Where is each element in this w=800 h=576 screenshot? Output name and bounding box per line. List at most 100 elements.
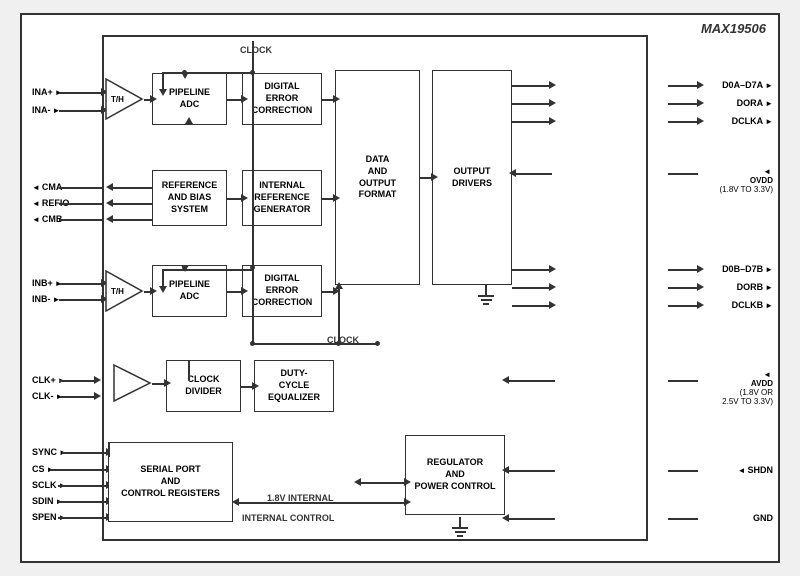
arrow-div-dce	[252, 382, 259, 390]
wire-cma-rb	[109, 187, 153, 189]
arrow-cmb	[106, 215, 113, 223]
arrow-th-pipeline-a	[150, 95, 157, 103]
wire-od-d0a	[512, 85, 552, 87]
wire-dclka	[668, 121, 698, 123]
wire-d0b	[668, 269, 698, 271]
svg-text:T/H: T/H	[111, 95, 124, 104]
wire-clock-top-v	[252, 41, 254, 73]
arrow-18v-left	[354, 478, 361, 486]
arrow-refio	[106, 199, 113, 207]
signal-avdd: AVDD (1.8V OR 2.5V TO 3.3V)	[722, 370, 773, 406]
wire-ovdd-line	[512, 173, 552, 175]
arrow-ovdd	[509, 169, 516, 177]
signal-ina-minus: INA-	[32, 105, 60, 115]
wire-serial-sync	[108, 442, 110, 457]
serial-port: SERIAL PORTANDCONTROL REGISTERS	[108, 442, 233, 522]
arrow-shdn	[502, 466, 509, 474]
signal-inb-minus: INB-	[32, 294, 60, 304]
clock-divider: CLOCKDIVIDER	[166, 360, 241, 412]
arrow-clock-df	[335, 282, 343, 289]
arrow-buf-div	[164, 379, 171, 387]
signal-dclkb: DCLKB	[732, 300, 773, 310]
signal-gnd: GND	[753, 513, 773, 523]
signal-ovdd: OVDD (1.8V TO 3.3V)	[719, 167, 773, 194]
arrow-od-dclkb	[549, 301, 556, 309]
wire-shdn-reg	[505, 470, 555, 472]
data-output-format: DATAANDOUTPUTFORMAT	[335, 70, 420, 285]
wire-inb-plus	[59, 283, 104, 285]
arrow-od-dorb	[549, 283, 556, 291]
wire-cmb	[59, 219, 104, 221]
arrow-data-od	[431, 173, 438, 181]
arrow-irg-df	[333, 194, 340, 202]
signal-dorb: DORB	[737, 282, 773, 292]
wire-cmb-rb	[109, 219, 153, 221]
chip-label: MAX19506	[701, 21, 766, 36]
arrow-d0b	[697, 265, 704, 273]
th-b-block: T/H	[104, 269, 144, 313]
wire-od-dclkb	[512, 305, 552, 307]
arrow-clock-th-a	[159, 89, 167, 96]
arrow-od-d0a	[549, 81, 556, 89]
arrow-dora	[697, 99, 704, 107]
wire-clock-top-h	[162, 72, 253, 74]
signal-dclka: DCLKA	[732, 116, 773, 126]
wire-od-dorb	[512, 287, 552, 289]
internal-ctrl-label: INTERNAL CONTROL	[242, 513, 334, 523]
arrow-gnd	[502, 514, 509, 522]
wire-ovdd	[668, 173, 698, 175]
arrow-cma	[106, 183, 113, 191]
wire-dora	[668, 103, 698, 105]
wire-clock-df-v	[338, 285, 340, 343]
wire-clock-thb-h	[162, 269, 253, 271]
wire-d0a	[668, 85, 698, 87]
wire-refio-rb	[109, 203, 153, 205]
signal-d0b-d7b: D0B–D7B	[722, 264, 773, 274]
arrow-clock-pla	[181, 72, 189, 79]
arrow-18v-right	[404, 478, 411, 486]
signal-d0a-d7a: D0A–D7A	[722, 80, 773, 90]
wire-ina-plus	[59, 92, 104, 94]
arrow-d0a	[697, 81, 704, 89]
wire-sync	[62, 452, 109, 454]
arrow-dorb	[697, 283, 704, 291]
wire-18v	[357, 482, 407, 484]
wire-clk-minus	[60, 396, 97, 398]
wire-avdd	[668, 380, 698, 382]
wire-dce-out	[334, 343, 377, 345]
ref-bias-block: REFERENCEAND BIASSYSTEM	[152, 170, 227, 226]
arrow-ctrl-left	[232, 498, 239, 506]
arrow-clock-thb	[159, 286, 167, 293]
th-a-block: T/H	[104, 77, 144, 121]
wire-cs	[50, 469, 109, 471]
svg-text:T/H: T/H	[111, 287, 124, 296]
signal-dora: DORA	[737, 98, 773, 108]
wire-refio	[59, 203, 104, 205]
clock-top-label: CLOCK	[240, 45, 272, 55]
wire-shdn	[668, 470, 698, 472]
arrow-od-d0b	[549, 265, 556, 273]
output-drivers: OUTPUTDRIVERS	[432, 70, 512, 285]
clock-buffer-block	[112, 363, 152, 403]
arrow-avdd	[502, 376, 509, 384]
wire-dclkb	[668, 305, 698, 307]
wire-spen	[58, 517, 109, 519]
digital-error-b: DIGITALERRORCORRECTION	[242, 265, 322, 317]
wire-gnd	[668, 518, 698, 520]
arrow-od-dora	[549, 99, 556, 107]
wire-gnd-reg	[505, 518, 555, 520]
arrow-clock-plb	[181, 265, 189, 272]
wire-dorb	[668, 287, 698, 289]
arrow-th-pipeline-b	[150, 287, 157, 295]
signal-cmb: CMB	[32, 214, 62, 224]
arrow-dclkb	[697, 301, 704, 309]
wire-sdin	[58, 501, 109, 503]
wire-sclk	[58, 485, 109, 487]
arrow-ctrl-right	[404, 498, 411, 506]
wire-ctrl	[235, 502, 407, 504]
wire-clk-plus	[60, 380, 97, 382]
arrow-clk-minus	[94, 392, 101, 400]
wire-avdd-line	[505, 380, 555, 382]
diagram-container: MAX19506 INA+ INA- CMA REFIO CMB INB+ IN…	[20, 13, 780, 563]
digital-error-a: DIGITALERRORCORRECTION	[242, 73, 322, 125]
